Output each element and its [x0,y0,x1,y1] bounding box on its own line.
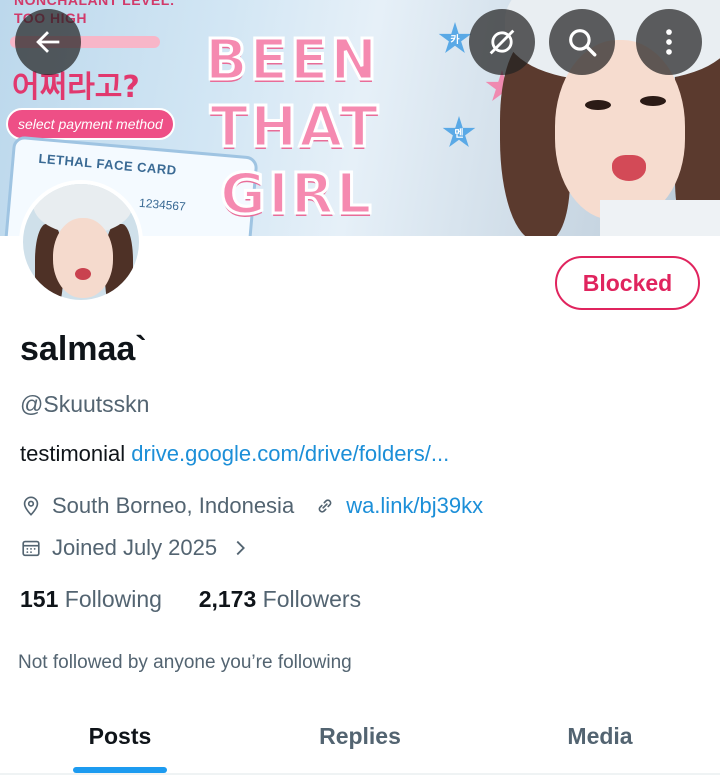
banner-photo-eye [585,100,611,110]
card-number: 1234567 [138,195,187,214]
back-button[interactable] [15,9,81,75]
profile-meta-joined[interactable]: Joined July 2025 [20,535,251,561]
followers-label: Followers [262,586,362,612]
star-decoration: 멘 [442,116,476,147]
location-text: South Borneo, Indonesia [52,493,295,518]
joined-text: Joined July 2025 [52,535,218,560]
followers-link[interactable]: 2,173 Followers [199,586,361,612]
profile-tabs: Posts Replies Media [0,700,720,775]
blocked-button[interactable]: Blocked [555,256,700,310]
user-handle: @Skuutsskn [20,391,150,417]
card-title: LETHAL FACE CARD [37,150,178,178]
followers-count: 2,173 [198,586,257,612]
calendar-icon [22,540,40,557]
banner-big-word: GIRL [219,161,374,229]
website-link[interactable]: wa.link/bj39kx [346,493,483,519]
bio-link[interactable]: drive.google.com/drive/folders/... [131,441,449,466]
avatar-photo-mouth [75,268,91,280]
banner-payment-pill: select payment method [6,108,175,140]
more-options-button[interactable] [636,9,702,75]
banner-photo-mouth [612,155,646,181]
following-label: Following [64,586,162,612]
arrow-left-icon [36,31,60,53]
hide-button[interactable] [469,9,535,75]
bio: testimonial drive.google.com/drive/folde… [20,441,449,467]
eye-slash-icon [489,29,515,55]
following-link[interactable]: 151 Following [20,586,162,612]
profile-meta-location: South Borneo, Indonesia wa.link/bj39kx [20,493,483,519]
search-button[interactable] [549,9,615,75]
banner-big-word: BEEN [203,27,380,95]
avatar[interactable] [19,180,143,304]
chevron-right-icon [236,540,246,556]
banner-text: NONCHALANT LEVEL: [14,0,175,8]
banner-photo-shirt [600,200,720,236]
more-vertical-icon [666,29,672,55]
tab-replies[interactable]: Replies [240,700,480,772]
not-followed-notice: Not followed by anyone you’re following [18,652,352,673]
banner-big-word: THAT [208,94,381,162]
avatar-photo-face [53,218,113,298]
following-count: 151 [20,586,59,612]
tab-media[interactable]: Media [480,700,720,772]
star-decoration: 카 [438,22,472,53]
search-icon [569,29,597,57]
tab-posts[interactable]: Posts [0,700,240,772]
location-pin-icon [23,496,39,516]
link-icon [318,499,332,513]
bio-text: testimonial [20,441,126,466]
follow-stats: 151 Following 2,173 Followers [20,586,361,613]
display-name: salmaa` [20,330,147,368]
banner-photo-eye [640,96,666,106]
